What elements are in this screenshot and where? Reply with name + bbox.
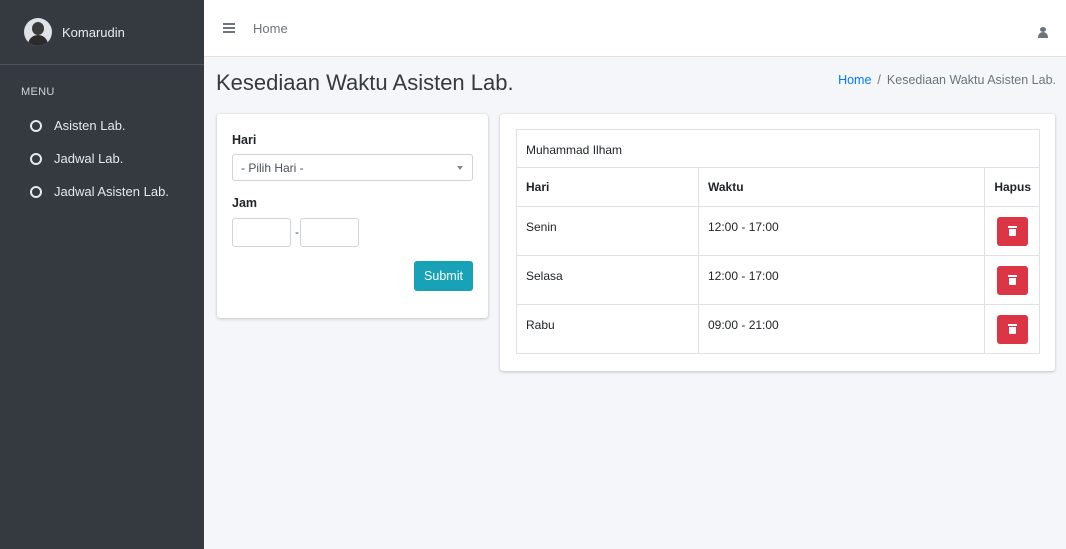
availability-form-card: Hari - Pilih Hari - Jam - Submit (217, 114, 488, 318)
cell-hapus (984, 255, 1040, 305)
circle-icon (30, 152, 42, 165)
sidebar-item-label: Asisten Lab. (54, 118, 126, 133)
hari-select-value: - Pilih Hari - (241, 161, 304, 175)
table-row: Senin 12:00 - 17:00 (516, 206, 1040, 256)
cell-waktu: 12:00 - 17:00 (698, 255, 985, 305)
cell-hari: Senin (516, 206, 699, 256)
assistant-name: Muhammad Ilham (516, 129, 1040, 168)
menu-header: MENU (21, 86, 55, 98)
sidebar-item-label: Jadwal Asisten Lab. (54, 184, 169, 199)
cell-hari: Rabu (516, 304, 699, 354)
table-row: Rabu 09:00 - 21:00 (516, 304, 1040, 354)
user-panel[interactable]: Komarudin (0, 0, 204, 65)
hamburger-icon[interactable] (223, 21, 235, 35)
breadcrumb: Home / Kesediaan Waktu Asisten Lab. (838, 73, 1056, 87)
column-header-waktu: Waktu (698, 167, 985, 207)
delete-button[interactable] (996, 265, 1028, 295)
column-header-hari: Hari (516, 167, 699, 207)
trash-icon (1007, 323, 1017, 334)
jam-start-input[interactable] (232, 218, 291, 247)
column-header-hapus: Hapus (984, 167, 1040, 207)
breadcrumb-home-link[interactable]: Home (838, 73, 871, 87)
sidebar-item-label: Jadwal Lab. (54, 151, 124, 166)
user-icon[interactable] (1038, 27, 1048, 38)
top-navbar: Home (204, 0, 1066, 57)
user-name: Komarudin (62, 24, 125, 40)
chevron-down-icon (457, 166, 463, 170)
breadcrumb-separator: / (877, 73, 881, 87)
page-title: Kesediaan Waktu Asisten Lab. (216, 70, 514, 95)
trash-icon (1007, 274, 1017, 285)
sidebar: Komarudin MENU Asisten Lab. Jadwal Lab. … (0, 0, 204, 549)
cell-hapus (984, 206, 1040, 256)
cell-waktu: 12:00 - 17:00 (698, 206, 985, 256)
sidebar-item-jadwal-lab[interactable]: Jadwal Lab. (0, 142, 204, 175)
avatar (24, 18, 52, 46)
cell-hapus (984, 304, 1040, 354)
jam-end-input[interactable] (300, 218, 359, 247)
trash-icon (1007, 225, 1017, 236)
delete-button[interactable] (996, 314, 1028, 344)
hari-label: Hari (232, 133, 257, 147)
cell-hari: Selasa (516, 255, 699, 305)
schedule-table: Muhammad Ilham Hari Waktu Hapus Senin 12… (516, 129, 1040, 354)
delete-button[interactable] (996, 216, 1028, 246)
circle-icon (30, 185, 42, 198)
hari-select[interactable]: - Pilih Hari - (232, 154, 473, 181)
schedule-card: Muhammad Ilham Hari Waktu Hapus Senin 12… (500, 114, 1055, 371)
jam-separator: - (295, 225, 299, 239)
nav-home-link[interactable]: Home (253, 21, 288, 36)
sidebar-item-jadwal-asisten-lab[interactable]: Jadwal Asisten Lab. (0, 175, 204, 208)
circle-icon (30, 119, 42, 132)
breadcrumb-current: Kesediaan Waktu Asisten Lab. (886, 73, 1056, 87)
sidebar-item-asisten-lab[interactable]: Asisten Lab. (0, 109, 204, 142)
jam-label: Jam (232, 196, 258, 210)
submit-button[interactable]: Submit (414, 261, 473, 291)
table-row: Selasa 12:00 - 17:00 (516, 255, 1040, 305)
cell-waktu: 09:00 - 21:00 (698, 304, 985, 354)
